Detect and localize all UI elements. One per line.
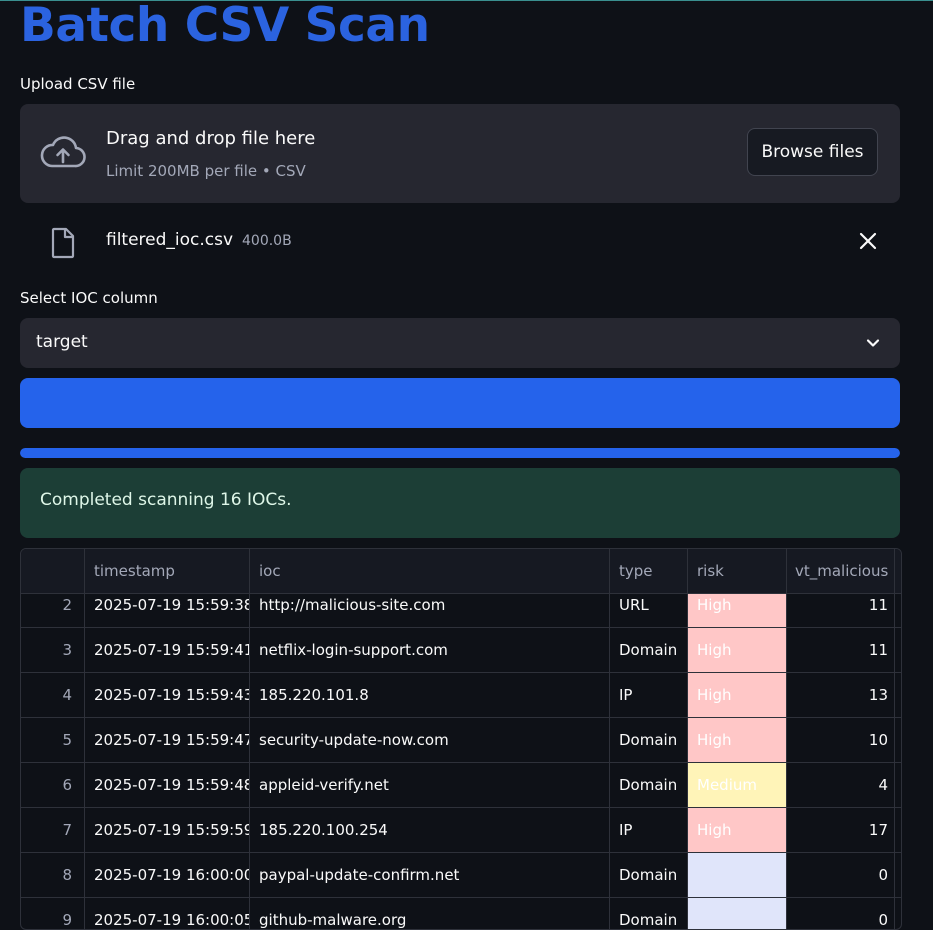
header-index <box>21 549 85 593</box>
header-timestamp[interactable]: timestamp <box>85 549 250 593</box>
cell-type: Domain <box>610 718 688 762</box>
file-size: 400.0B <box>242 233 292 249</box>
cell-timestamp: 2025-07-19 15:59:59 <box>85 808 250 852</box>
ioc-column-select[interactable]: target <box>20 318 900 368</box>
uploaded-file: filtered_ioc.csv 400.0B <box>20 222 900 262</box>
cell-ioc: netflix-login-support.com <box>250 628 610 672</box>
cloud-upload-icon <box>40 136 86 174</box>
success-alert: Completed scanning 16 IOCs. <box>20 468 900 538</box>
table-row[interactable]: 9 2025-07-19 16:00:05 github-malware.org Do… <box>21 898 901 929</box>
cell-timestamp: 2025-07-19 15:59:41 <box>85 628 250 672</box>
page-title: Batch CSV Scan <box>20 0 430 53</box>
cell-ioc: security-update-now.com <box>250 718 610 762</box>
cell-type: IP <box>610 673 688 717</box>
row-index: 4 <box>21 673 85 717</box>
table-row[interactable]: 7 2025-07-19 15:59:59 185.220.100.254 IP Hig… <box>21 808 901 853</box>
cell-timestamp: 2025-07-19 16:00:00 <box>85 853 250 897</box>
cell-ioc: github-malware.org <box>250 898 610 929</box>
table-row[interactable]: 4 2025-07-19 15:59:43 185.220.101.8 IP High 1… <box>21 673 901 718</box>
cell-ioc: 185.220.100.254 <box>250 808 610 852</box>
table-row[interactable]: 5 2025-07-19 15:59:47 security-update-now.… <box>21 718 901 763</box>
file-dropzone[interactable]: Drag and drop file here Limit 200MB per … <box>20 104 900 203</box>
ioc-column-label: Select IOC column <box>20 289 158 307</box>
cell-risk: High <box>688 808 787 852</box>
row-index: 7 <box>21 808 85 852</box>
cell-timestamp: 2025-07-19 15:59:48 <box>85 763 250 807</box>
success-alert-text: Completed scanning 16 IOCs. <box>40 490 292 510</box>
file-icon <box>51 227 75 263</box>
cell-ioc: 185.220.101.8 <box>250 673 610 717</box>
cell-vt-malicious: 13 <box>787 673 895 717</box>
cell-risk: High <box>688 718 787 762</box>
cell-type: Domain <box>610 853 688 897</box>
header-ioc[interactable]: ioc <box>250 549 610 593</box>
remove-file-close-icon[interactable] <box>858 231 878 255</box>
table-header: timestamp ioc type risk vt_malicious <box>21 549 901 594</box>
run-scan-button[interactable] <box>20 378 900 428</box>
cell-ioc: paypal-update-confirm.net <box>250 853 610 897</box>
row-index: 5 <box>21 718 85 762</box>
cell-type: IP <box>610 808 688 852</box>
cell-risk <box>688 898 787 929</box>
cell-risk: High <box>688 628 787 672</box>
cell-ioc: appleid-verify.net <box>250 763 610 807</box>
file-name: filtered_ioc.csv <box>106 230 234 250</box>
table-body: 2 2025-07-19 15:59:38 http://malicious-sit… <box>21 583 901 929</box>
table-row[interactable]: 6 2025-07-19 15:59:48 appleid-verify.net Do… <box>21 763 901 808</box>
row-index: 9 <box>21 898 85 929</box>
header-risk[interactable]: risk <box>688 549 787 593</box>
cell-vt-malicious: 4 <box>787 763 895 807</box>
scan-progress-bar <box>20 448 900 458</box>
cell-type: Domain <box>610 628 688 672</box>
cell-vt-malicious: 0 <box>787 853 895 897</box>
cell-risk: Medium <box>688 763 787 807</box>
cell-type: Domain <box>610 763 688 807</box>
header-type[interactable]: type <box>610 549 688 593</box>
row-index: 6 <box>21 763 85 807</box>
browse-files-button[interactable]: Browse files <box>747 128 878 176</box>
row-index: 3 <box>21 628 85 672</box>
cell-timestamp: 2025-07-19 15:59:43 <box>85 673 250 717</box>
scan-progress-fill <box>20 448 900 458</box>
header-vt-malicious[interactable]: vt_malicious <box>787 549 895 593</box>
dropzone-title: Drag and drop file here <box>106 128 316 149</box>
table-row[interactable]: 3 2025-07-19 15:59:41 netflix-login-suppor… <box>21 628 901 673</box>
cell-timestamp: 2025-07-19 16:00:05 <box>85 898 250 929</box>
results-table[interactable]: timestamp ioc type risk vt_malicious 2 20… <box>20 548 902 930</box>
cell-timestamp: 2025-07-19 15:59:47 <box>85 718 250 762</box>
row-index: 8 <box>21 853 85 897</box>
cell-risk: High <box>688 673 787 717</box>
cell-risk <box>688 853 787 897</box>
cell-vt-malicious: 17 <box>787 808 895 852</box>
upload-label: Upload CSV file <box>20 75 136 93</box>
chevron-down-icon <box>865 335 881 355</box>
dropzone-limit: Limit 200MB per file • CSV <box>106 162 306 180</box>
cell-vt-malicious: 11 <box>787 628 895 672</box>
table-row[interactable]: 8 2025-07-19 16:00:00 paypal-update-confir… <box>21 853 901 898</box>
cell-vt-malicious: 10 <box>787 718 895 762</box>
ioc-column-value: target <box>36 332 88 352</box>
cell-vt-malicious: 0 <box>787 898 895 929</box>
cell-type: Domain <box>610 898 688 929</box>
